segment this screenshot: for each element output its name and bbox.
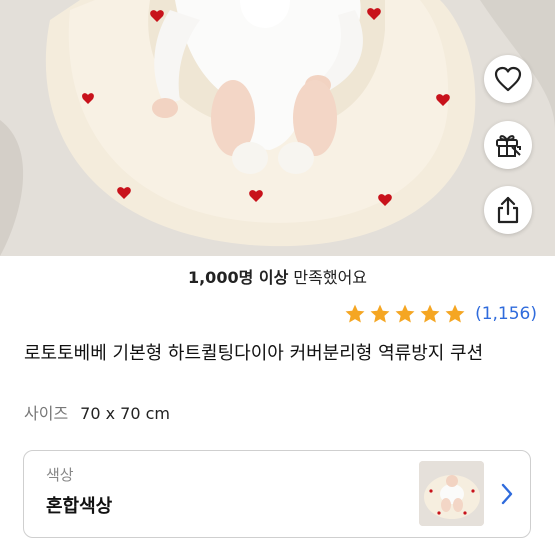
star-icon xyxy=(345,304,365,323)
size-label: 사이즈 xyxy=(24,404,69,423)
review-summary: 1,000명 이상 만족했어요 xyxy=(0,266,555,290)
option-thumbnail xyxy=(419,461,484,526)
heart-icon xyxy=(494,66,522,92)
star-icon xyxy=(395,304,415,323)
size-value: 70 x 70 cm xyxy=(80,404,170,423)
option-thumbnail-photo xyxy=(419,461,484,526)
chevron-right-icon xyxy=(500,482,514,510)
gift-icon xyxy=(496,135,521,157)
share-icon xyxy=(497,196,519,224)
rating-row[interactable]: (1,156) xyxy=(344,300,537,328)
option-label: 색상 xyxy=(46,466,74,484)
product-hero-image[interactable] xyxy=(0,0,555,256)
star-icon xyxy=(420,304,440,323)
star-icon xyxy=(370,304,390,323)
product-title: 로토토베베 기본형 하트퀼팅다이아 커버분리형 역류방지 쿠션 xyxy=(24,343,484,364)
rating-count-link[interactable]: (1,156) xyxy=(475,300,537,328)
option-value: 혼합색상 xyxy=(46,496,113,517)
star-icon xyxy=(445,304,465,323)
share-button[interactable] xyxy=(484,186,532,234)
review-satisfied-text: 만족했어요 xyxy=(293,268,368,287)
product-photo xyxy=(0,0,555,256)
review-count-strong: 1,000명 이상 xyxy=(187,268,289,287)
size-row: 사이즈 70 x 70 cm xyxy=(24,402,170,426)
color-option-selector[interactable]: 색상 혼합색상 xyxy=(23,450,531,538)
wishlist-button[interactable] xyxy=(484,55,532,103)
gift-button[interactable] xyxy=(484,121,532,169)
